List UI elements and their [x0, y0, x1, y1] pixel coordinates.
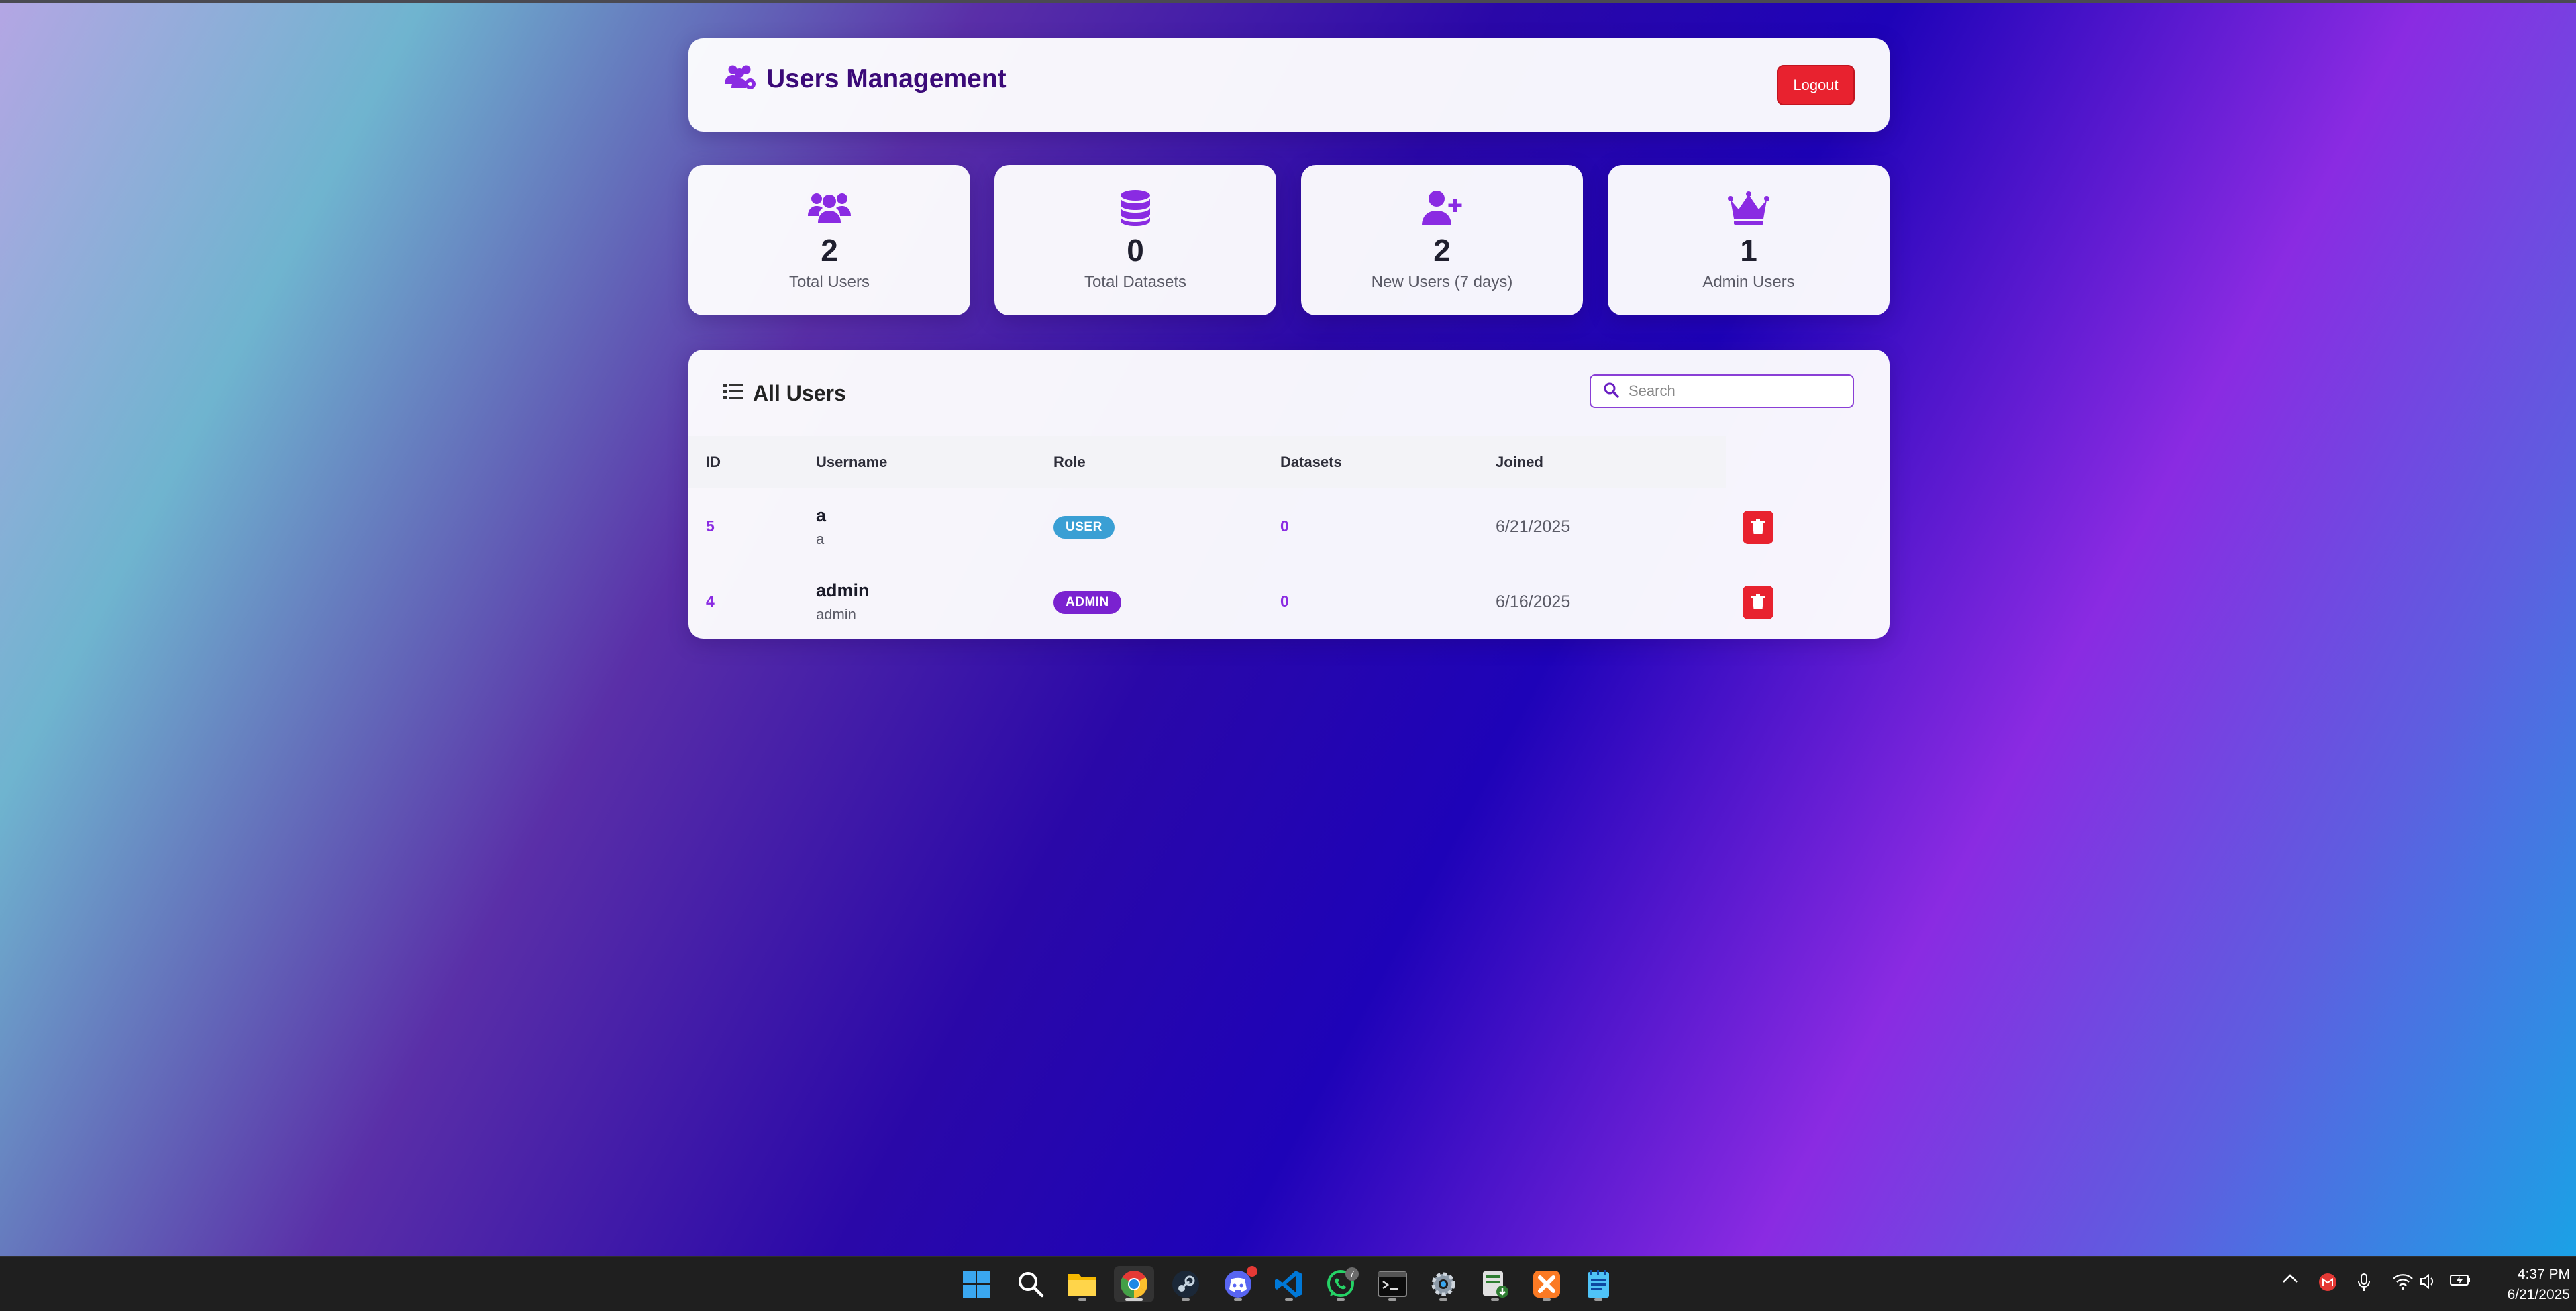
- stat-card-admin-users: 1 Admin Users: [1608, 165, 1890, 315]
- role-badge: ADMIN: [1053, 591, 1121, 614]
- username-subtext: a: [816, 531, 825, 547]
- xampp-icon[interactable]: [1529, 1266, 1565, 1302]
- running-indicator: [1182, 1298, 1190, 1301]
- stat-value: 0: [1127, 233, 1144, 268]
- chrome-icon[interactable]: [1114, 1266, 1154, 1302]
- table-row: 4 admin admin ADMIN 0 6/16/2025: [688, 564, 1890, 639]
- running-indicator: [1594, 1298, 1602, 1301]
- running-indicator: [1439, 1298, 1447, 1301]
- username-subtext: admin: [816, 606, 856, 623]
- window-top-edge: [0, 0, 2576, 3]
- crown-icon: [1727, 189, 1771, 227]
- volume-icon[interactable]: [2419, 1273, 2438, 1290]
- column-header-username: Username: [816, 454, 888, 470]
- steam-icon[interactable]: [1168, 1266, 1204, 1302]
- table-row: 5 a a USER 0 6/21/2025: [688, 489, 1890, 564]
- microphone-icon[interactable]: [2357, 1273, 2371, 1293]
- running-indicator: [1543, 1298, 1551, 1301]
- role-badge: USER: [1053, 516, 1115, 539]
- table-header: ID Username Role Datasets Joined: [688, 436, 1726, 488]
- stat-value: 2: [821, 233, 838, 268]
- settings-icon[interactable]: [1425, 1266, 1461, 1302]
- header-card: Users Management Logout: [688, 38, 1890, 132]
- users-panel-heading: All Users: [723, 381, 846, 406]
- search-input[interactable]: [1629, 382, 1830, 400]
- clock-date: 6/21/2025: [2507, 1287, 2570, 1302]
- users-cog-icon: [723, 64, 757, 94]
- stat-card-total-datasets: 0 Total Datasets: [994, 165, 1276, 315]
- clock[interactable]: 4:37 PM 6/21/2025: [2483, 1265, 2570, 1305]
- users-panel-title: All Users: [753, 381, 846, 405]
- logout-button[interactable]: Logout: [1777, 65, 1855, 105]
- clock-time: 4:37 PM: [2517, 1267, 2570, 1282]
- datasets-count: 0: [1280, 517, 1289, 535]
- delete-user-button[interactable]: [1743, 586, 1773, 619]
- header-title-group: Users Management: [723, 64, 1007, 94]
- column-header-datasets: Datasets: [1280, 454, 1342, 470]
- terminal-icon[interactable]: [1374, 1266, 1410, 1302]
- stat-label: Admin Users: [1702, 273, 1795, 291]
- stat-value: 2: [1433, 233, 1451, 268]
- stat-card-new-users: 2 New Users (7 days): [1301, 165, 1583, 315]
- wifi-icon[interactable]: [2392, 1273, 2414, 1290]
- page-title: Users Management: [766, 64, 1007, 93]
- username: admin: [816, 580, 870, 600]
- joined-date: 6/16/2025: [1496, 592, 1571, 611]
- app-installer-icon[interactable]: [1477, 1266, 1513, 1302]
- user-plus-icon: [1420, 189, 1464, 227]
- stat-label: New Users (7 days): [1371, 273, 1513, 291]
- stat-card-total-users: 2 Total Users: [688, 165, 970, 315]
- running-indicator: [1234, 1298, 1242, 1301]
- notification-dot: [1247, 1266, 1257, 1277]
- list-icon: [723, 383, 743, 404]
- search-icon[interactable]: [1013, 1266, 1049, 1302]
- vscode-icon[interactable]: [1271, 1266, 1307, 1302]
- datasets-count: 0: [1280, 592, 1289, 610]
- stat-value: 1: [1740, 233, 1757, 268]
- joined-date: 6/21/2025: [1496, 517, 1571, 536]
- user-id: 5: [706, 517, 715, 535]
- discord-icon[interactable]: [1220, 1266, 1257, 1302]
- gmail-tray-icon[interactable]: [2318, 1273, 2337, 1292]
- file-explorer-icon[interactable]: [1064, 1266, 1100, 1302]
- battery-icon[interactable]: [2449, 1273, 2472, 1288]
- windows-start-icon[interactable]: [958, 1266, 994, 1302]
- users-table-card: All Users ID Username Role Datasets Join…: [688, 350, 1890, 639]
- trash-icon: [1751, 593, 1765, 612]
- active-indicator: [1125, 1298, 1143, 1301]
- username: a: [816, 505, 827, 525]
- running-indicator: [1285, 1298, 1293, 1301]
- search-icon: [1603, 382, 1619, 401]
- notification-count-badge: 7: [1345, 1267, 1359, 1281]
- user-id: 4: [706, 592, 715, 610]
- column-header-id: ID: [706, 454, 721, 470]
- users-icon: [807, 189, 852, 227]
- stat-label: Total Datasets: [1084, 273, 1187, 291]
- taskbar: 7 4:37 PM 6/21/2025: [0, 1256, 2576, 1311]
- column-header-role: Role: [1053, 454, 1086, 470]
- whatsapp-icon[interactable]: 7: [1323, 1266, 1359, 1302]
- running-indicator: [1388, 1298, 1396, 1301]
- stat-label: Total Users: [788, 273, 870, 291]
- search-box[interactable]: [1590, 374, 1854, 408]
- running-indicator: [1078, 1298, 1086, 1301]
- trash-icon: [1751, 518, 1765, 537]
- chevron-up-icon[interactable]: [2281, 1273, 2299, 1285]
- column-header-joined: Joined: [1496, 454, 1543, 470]
- notepad-icon[interactable]: [1580, 1266, 1616, 1302]
- running-indicator: [1337, 1298, 1345, 1301]
- running-indicator: [1491, 1298, 1499, 1301]
- database-icon: [1113, 189, 1157, 227]
- delete-user-button[interactable]: [1743, 511, 1773, 544]
